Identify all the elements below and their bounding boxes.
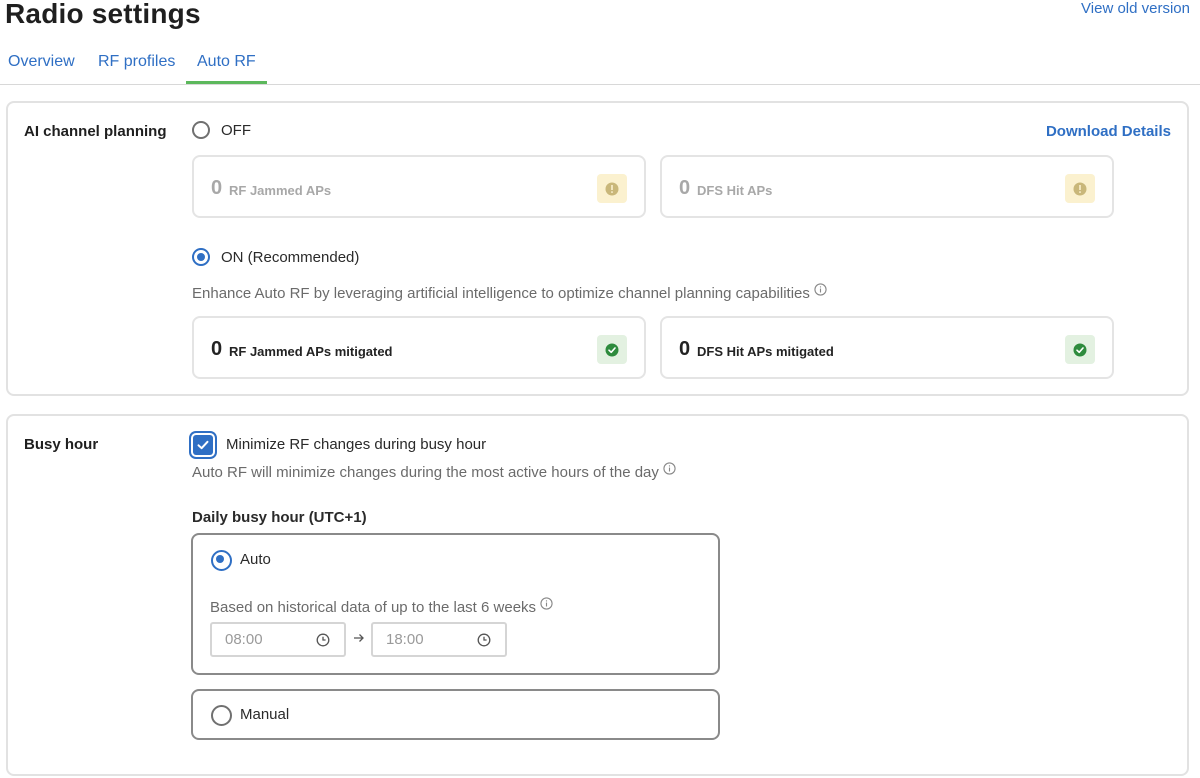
download-details-link[interactable]: Download Details: [1046, 123, 1171, 140]
clock-icon: [477, 633, 491, 647]
end-time-value: 18:00: [386, 631, 424, 648]
daily-busy-hour-label: Daily busy hour (UTC+1): [192, 509, 367, 526]
auto-radio[interactable]: [211, 550, 232, 571]
stat-label: RF Jammed APs: [229, 183, 332, 198]
ai-off-radio[interactable]: [192, 121, 210, 139]
ai-on-label: ON (Recommended): [221, 249, 360, 266]
busy-hour-description: Auto RF will minimize changes during the…: [192, 462, 676, 481]
tab-overview[interactable]: Overview: [8, 53, 75, 71]
ai-off-label: OFF: [221, 122, 251, 139]
check-circle-icon: [597, 335, 627, 364]
stat-label: DFS Hit APs mitigated: [697, 344, 834, 359]
tab-bar: Overview RF profiles Auto RF: [0, 48, 1200, 85]
auto-option-box[interactable]: Auto Based on historical data of up to t…: [191, 533, 720, 675]
manual-option-box[interactable]: Manual: [191, 689, 720, 740]
stat-label: RF Jammed APs mitigated: [229, 344, 393, 359]
ai-on-description: Enhance Auto RF by leveraging artificial…: [192, 283, 827, 302]
rf-jammed-aps-stat: 0 RF Jammed APs: [192, 155, 646, 218]
stat-label: DFS Hit APs: [697, 183, 773, 198]
ai-on-description-text: Enhance Auto RF by leveraging artificial…: [192, 285, 810, 302]
ai-channel-planning-card: AI channel planning Download Details OFF…: [6, 101, 1189, 396]
warning-icon: [597, 174, 627, 203]
check-circle-icon: [1065, 335, 1095, 364]
stat-value: 0: [211, 177, 223, 199]
info-icon[interactable]: [540, 597, 553, 614]
manual-radio[interactable]: [211, 705, 232, 726]
busy-hour-label: Busy hour: [24, 436, 99, 453]
tab-auto-rf[interactable]: Auto RF: [186, 53, 267, 84]
auto-description-text: Based on historical data of up to the la…: [210, 599, 537, 616]
minimize-rf-checkbox[interactable]: [193, 435, 213, 455]
view-old-version-link[interactable]: View old version: [1081, 0, 1190, 17]
ai-channel-planning-label: AI channel planning: [24, 123, 167, 140]
manual-label: Manual: [240, 706, 290, 723]
start-time-input[interactable]: 08:00: [210, 622, 346, 657]
info-icon[interactable]: [814, 283, 827, 300]
clock-icon: [316, 633, 330, 647]
warning-icon: [1065, 174, 1095, 203]
rf-jammed-aps-mitigated-stat: 0 RF Jammed APs mitigated: [192, 316, 646, 379]
stat-value: 0: [211, 338, 223, 360]
dfs-hit-aps-stat: 0 DFS Hit APs: [660, 155, 1114, 218]
info-icon[interactable]: [663, 462, 676, 479]
page-title: Radio settings: [5, 0, 201, 29]
minimize-rf-label: Minimize RF changes during busy hour: [226, 436, 487, 453]
tab-rf-profiles[interactable]: RF profiles: [98, 53, 175, 71]
stat-value: 0: [679, 177, 691, 199]
ai-on-radio[interactable]: [192, 248, 210, 266]
dfs-hit-aps-mitigated-stat: 0 DFS Hit APs mitigated: [660, 316, 1114, 379]
stat-value: 0: [679, 338, 691, 360]
busy-hour-description-text: Auto RF will minimize changes during the…: [192, 464, 659, 481]
arrow-right-icon: [353, 631, 365, 649]
start-time-value: 08:00: [225, 631, 263, 648]
auto-description: Based on historical data of up to the la…: [210, 597, 553, 616]
end-time-input[interactable]: 18:00: [371, 622, 507, 657]
auto-label: Auto: [240, 551, 271, 568]
